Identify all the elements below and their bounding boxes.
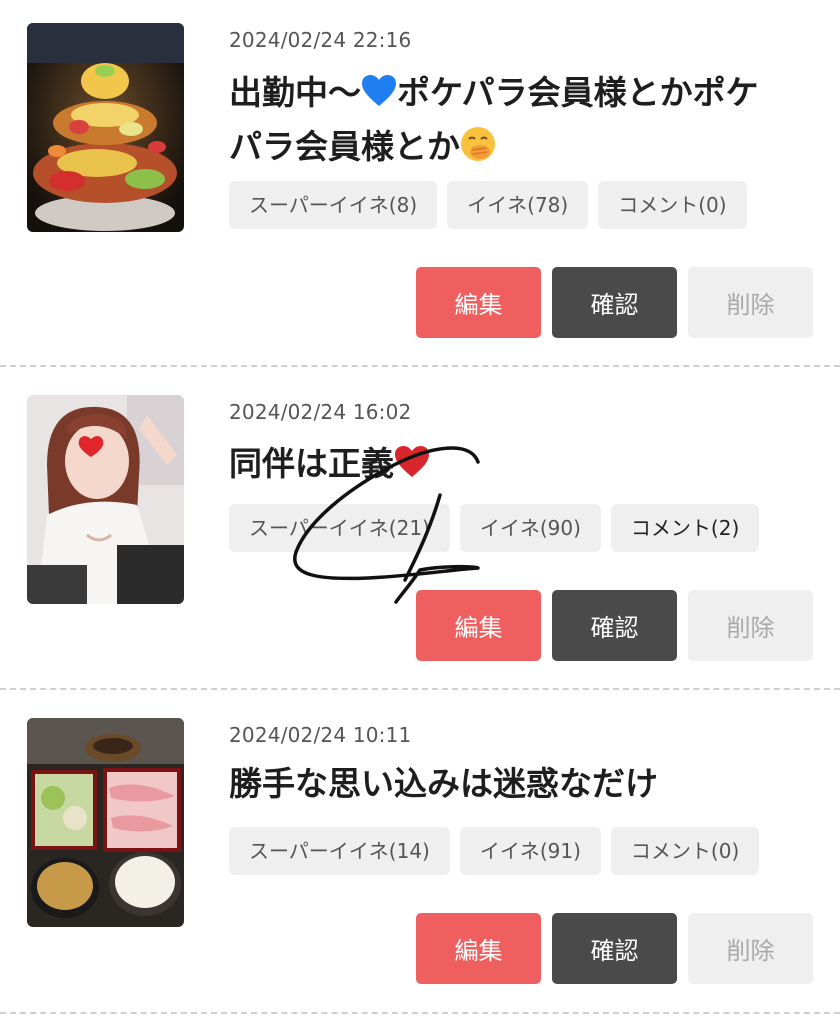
confirm-button[interactable]: 確認	[552, 913, 677, 984]
post-title[interactable]: 勝手な思い込みは迷惑なだけ	[229, 757, 829, 811]
divider	[0, 1012, 840, 1014]
delete-button[interactable]: 削除	[688, 590, 813, 661]
reaction-tags: スーパーイイネ(8) イイネ(78) コメント(0)	[229, 181, 747, 229]
edit-button[interactable]: 編集	[416, 913, 541, 984]
confirm-button[interactable]: 確認	[552, 267, 677, 338]
post-title-text: ポケパラ会員様とかポケ	[397, 73, 759, 112]
delete-button[interactable]: 削除	[688, 267, 813, 338]
post-title-text: 出勤中〜	[229, 73, 361, 112]
like-tag[interactable]: イイネ(78)	[447, 181, 589, 229]
like-tag[interactable]: イイネ(91)	[459, 827, 601, 875]
post-thumbnail-portrait[interactable]	[27, 395, 184, 604]
edit-button[interactable]: 編集	[416, 590, 541, 661]
post-date: 2024/02/24 22:16	[229, 28, 412, 52]
post-date: 2024/02/24 16:02	[229, 400, 412, 424]
delete-button[interactable]: 削除	[688, 913, 813, 984]
post-title[interactable]: 出勤中〜 ポケパラ会員様とかポケ パラ会員様とか	[229, 66, 829, 174]
post-title[interactable]: 同伴は正義	[229, 437, 829, 491]
post-item: 2024/02/24 22:16 出勤中〜 ポケパラ会員様とかポケ パラ会員様とか…	[0, 0, 840, 367]
fruit-platter-image	[27, 23, 184, 232]
reaction-tags: スーパーイイネ(21) イイネ(90) コメント(2)	[229, 504, 760, 552]
post-thumbnail-fruit-platter[interactable]	[27, 23, 184, 232]
confirm-button[interactable]: 確認	[552, 590, 677, 661]
like-tag[interactable]: イイネ(90)	[459, 504, 601, 552]
portrait-image	[27, 395, 184, 604]
face-with-hand-over-mouth-icon	[461, 127, 495, 161]
red-heart-icon	[395, 446, 429, 477]
comment-tag[interactable]: コメント(2)	[610, 504, 760, 552]
super-like-tag[interactable]: スーパーイイネ(21)	[229, 504, 450, 552]
post-thumbnail-food-set[interactable]	[27, 718, 184, 927]
post-item: 2024/02/24 10:11 勝手な思い込みは迷惑なだけ スーパーイイネ(1…	[0, 690, 840, 1013]
comment-tag[interactable]: コメント(0)	[598, 181, 747, 229]
shabu-shabu-image	[27, 718, 184, 927]
comment-tag[interactable]: コメント(0)	[610, 827, 760, 875]
post-item: 2024/02/24 16:02 同伴は正義 スーパーイイネ(21) イイネ(9…	[0, 367, 840, 690]
post-date: 2024/02/24 10:11	[229, 723, 412, 747]
post-actions: 編集 確認 削除	[416, 913, 813, 984]
blue-heart-icon	[362, 75, 396, 106]
edit-button[interactable]: 編集	[416, 267, 541, 338]
super-like-tag[interactable]: スーパーイイネ(14)	[229, 827, 450, 875]
post-title-text: 同伴は正義	[229, 444, 394, 483]
reaction-tags: スーパーイイネ(14) イイネ(91) コメント(0)	[229, 827, 760, 875]
post-actions: 編集 確認 削除	[416, 590, 813, 661]
post-actions: 編集 確認 削除	[416, 267, 813, 338]
super-like-tag[interactable]: スーパーイイネ(8)	[229, 181, 438, 229]
post-title-text: パラ会員様とか	[229, 127, 460, 166]
